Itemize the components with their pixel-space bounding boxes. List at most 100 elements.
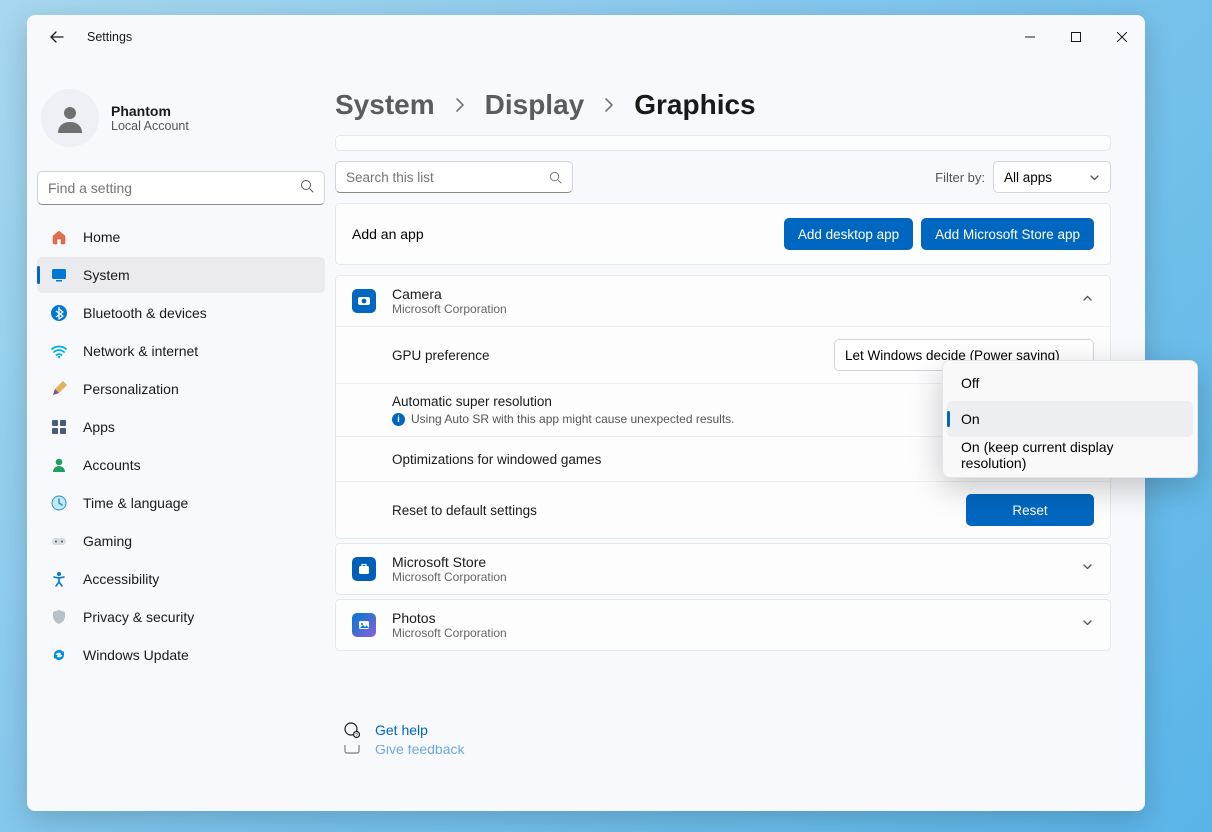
store-app-icon bbox=[352, 557, 376, 581]
reset-label: Reset to default settings bbox=[392, 503, 537, 518]
time-icon bbox=[49, 493, 69, 513]
nav-item-bluetooth[interactable]: Bluetooth & devices bbox=[37, 295, 325, 331]
nav-item-gaming[interactable]: Gaming bbox=[37, 523, 325, 559]
sidebar-search-input[interactable] bbox=[48, 180, 300, 196]
app-header-store[interactable]: Microsoft Store Microsoft Corporation bbox=[336, 544, 1110, 594]
add-app-title: Add an app bbox=[352, 226, 424, 242]
nav-item-accounts[interactable]: Accounts bbox=[37, 447, 325, 483]
nav-item-accessibility[interactable]: Accessibility bbox=[37, 561, 325, 597]
nav-label: Personalization bbox=[83, 381, 179, 397]
asr-label: Automatic super resolution bbox=[392, 394, 735, 409]
personalization-icon bbox=[49, 379, 69, 399]
give-feedback-link[interactable]: Give feedback bbox=[375, 745, 465, 757]
flyout-option-on-keep-resolution[interactable]: On (keep current display resolution) bbox=[947, 437, 1193, 473]
privacy-icon bbox=[49, 607, 69, 627]
app-publisher: Microsoft Corporation bbox=[392, 626, 507, 640]
row-reset: Reset to default settings Reset bbox=[336, 481, 1110, 538]
accessibility-icon bbox=[49, 569, 69, 589]
nav-item-personalization[interactable]: Personalization bbox=[37, 371, 325, 407]
update-icon bbox=[49, 645, 69, 665]
user-block[interactable]: Phantom Local Account bbox=[37, 59, 325, 167]
nav-label: Home bbox=[83, 229, 120, 245]
titlebar: Settings bbox=[27, 15, 1145, 59]
app-name: Camera bbox=[392, 286, 507, 302]
nav-label: Network & internet bbox=[83, 343, 198, 359]
maximize-icon bbox=[1071, 32, 1081, 42]
add-app-card: Add an app Add desktop app Add Microsoft… bbox=[335, 203, 1111, 265]
close-button[interactable] bbox=[1099, 21, 1145, 53]
camera-app-icon bbox=[352, 289, 376, 313]
asr-dropdown-flyout: Off On On (keep current display resoluti… bbox=[942, 360, 1198, 478]
accounts-icon bbox=[49, 455, 69, 475]
collapse-button[interactable] bbox=[1081, 292, 1094, 310]
minimize-button[interactable] bbox=[1007, 21, 1053, 53]
filter-row: Filter by: All apps bbox=[335, 161, 1111, 193]
nav-item-home[interactable]: Home bbox=[37, 219, 325, 255]
nav-label: Gaming bbox=[83, 533, 132, 549]
sidebar-search[interactable] bbox=[37, 171, 325, 205]
breadcrumb-graphics: Graphics bbox=[634, 89, 755, 121]
nav-label: Bluetooth & devices bbox=[83, 305, 207, 321]
flyout-option-on[interactable]: On bbox=[947, 401, 1193, 437]
flyout-option-off[interactable]: Off bbox=[947, 365, 1193, 401]
filter-select[interactable]: All apps bbox=[993, 161, 1111, 193]
expand-button[interactable] bbox=[1081, 560, 1094, 578]
bluetooth-icon bbox=[49, 303, 69, 323]
home-icon bbox=[49, 227, 69, 247]
nav-item-update[interactable]: Windows Update bbox=[37, 637, 325, 673]
chevron-down-icon bbox=[1081, 560, 1094, 573]
nav-item-time[interactable]: Time & language bbox=[37, 485, 325, 521]
close-icon bbox=[1117, 32, 1127, 42]
owg-label: Optimizations for windowed games bbox=[392, 452, 601, 467]
app-header-photos[interactable]: Photos Microsoft Corporation bbox=[336, 600, 1110, 650]
network-icon bbox=[49, 341, 69, 361]
svg-text:?: ? bbox=[355, 733, 358, 739]
chevron-down-icon bbox=[1089, 172, 1100, 183]
filter-label: Filter by: bbox=[935, 170, 985, 185]
window-title: Settings bbox=[87, 30, 132, 44]
nav-item-apps[interactable]: Apps bbox=[37, 409, 325, 445]
asr-warning: Using Auto SR with this app might cause … bbox=[411, 412, 735, 426]
window-controls bbox=[1007, 21, 1145, 53]
add-desktop-app-button[interactable]: Add desktop app bbox=[784, 218, 913, 250]
user-name: Phantom bbox=[111, 103, 189, 119]
search-icon bbox=[300, 179, 314, 198]
app-name: Photos bbox=[392, 610, 507, 626]
expand-button[interactable] bbox=[1081, 616, 1094, 634]
nav-label: System bbox=[83, 267, 130, 283]
chevron-right-icon bbox=[451, 96, 469, 114]
nav-item-privacy[interactable]: Privacy & security bbox=[37, 599, 325, 635]
breadcrumb-display[interactable]: Display bbox=[485, 89, 585, 121]
nav-item-system[interactable]: System bbox=[37, 257, 325, 293]
chevron-down-icon bbox=[1081, 616, 1094, 629]
get-help-link[interactable]: Get help bbox=[375, 722, 428, 738]
nav-item-network[interactable]: Network & internet bbox=[37, 333, 325, 369]
breadcrumb: System Display Graphics bbox=[335, 59, 1111, 135]
app-publisher: Microsoft Corporation bbox=[392, 302, 507, 316]
breadcrumb-system[interactable]: System bbox=[335, 89, 435, 121]
user-subtitle: Local Account bbox=[111, 119, 189, 133]
nav-label: Windows Update bbox=[83, 647, 189, 663]
give-feedback-row[interactable]: Give feedback bbox=[335, 745, 1111, 759]
app-card-photos: Photos Microsoft Corporation bbox=[335, 599, 1111, 651]
list-search-input[interactable] bbox=[346, 170, 549, 185]
app-header-camera[interactable]: Camera Microsoft Corporation bbox=[336, 276, 1110, 326]
get-help-row[interactable]: ? Get help bbox=[335, 711, 1111, 745]
sidebar: Phantom Local Account Home System Bluetoot… bbox=[27, 59, 335, 811]
avatar bbox=[41, 89, 99, 147]
nav-label: Time & language bbox=[83, 495, 188, 511]
gaming-icon bbox=[49, 531, 69, 551]
maximize-button[interactable] bbox=[1053, 21, 1099, 53]
nav-label: Accounts bbox=[83, 457, 141, 473]
nav-label: Apps bbox=[83, 419, 115, 435]
reset-button[interactable]: Reset bbox=[966, 494, 1094, 526]
gpu-pref-label: GPU preference bbox=[392, 348, 490, 363]
list-search[interactable] bbox=[335, 161, 573, 193]
search-icon bbox=[549, 171, 562, 184]
collapsed-section[interactable] bbox=[335, 135, 1111, 151]
back-arrow-icon bbox=[49, 29, 65, 45]
info-icon: i bbox=[392, 413, 405, 426]
chevron-up-icon bbox=[1081, 292, 1094, 305]
add-store-app-button[interactable]: Add Microsoft Store app bbox=[921, 218, 1094, 250]
back-button[interactable] bbox=[43, 23, 71, 51]
